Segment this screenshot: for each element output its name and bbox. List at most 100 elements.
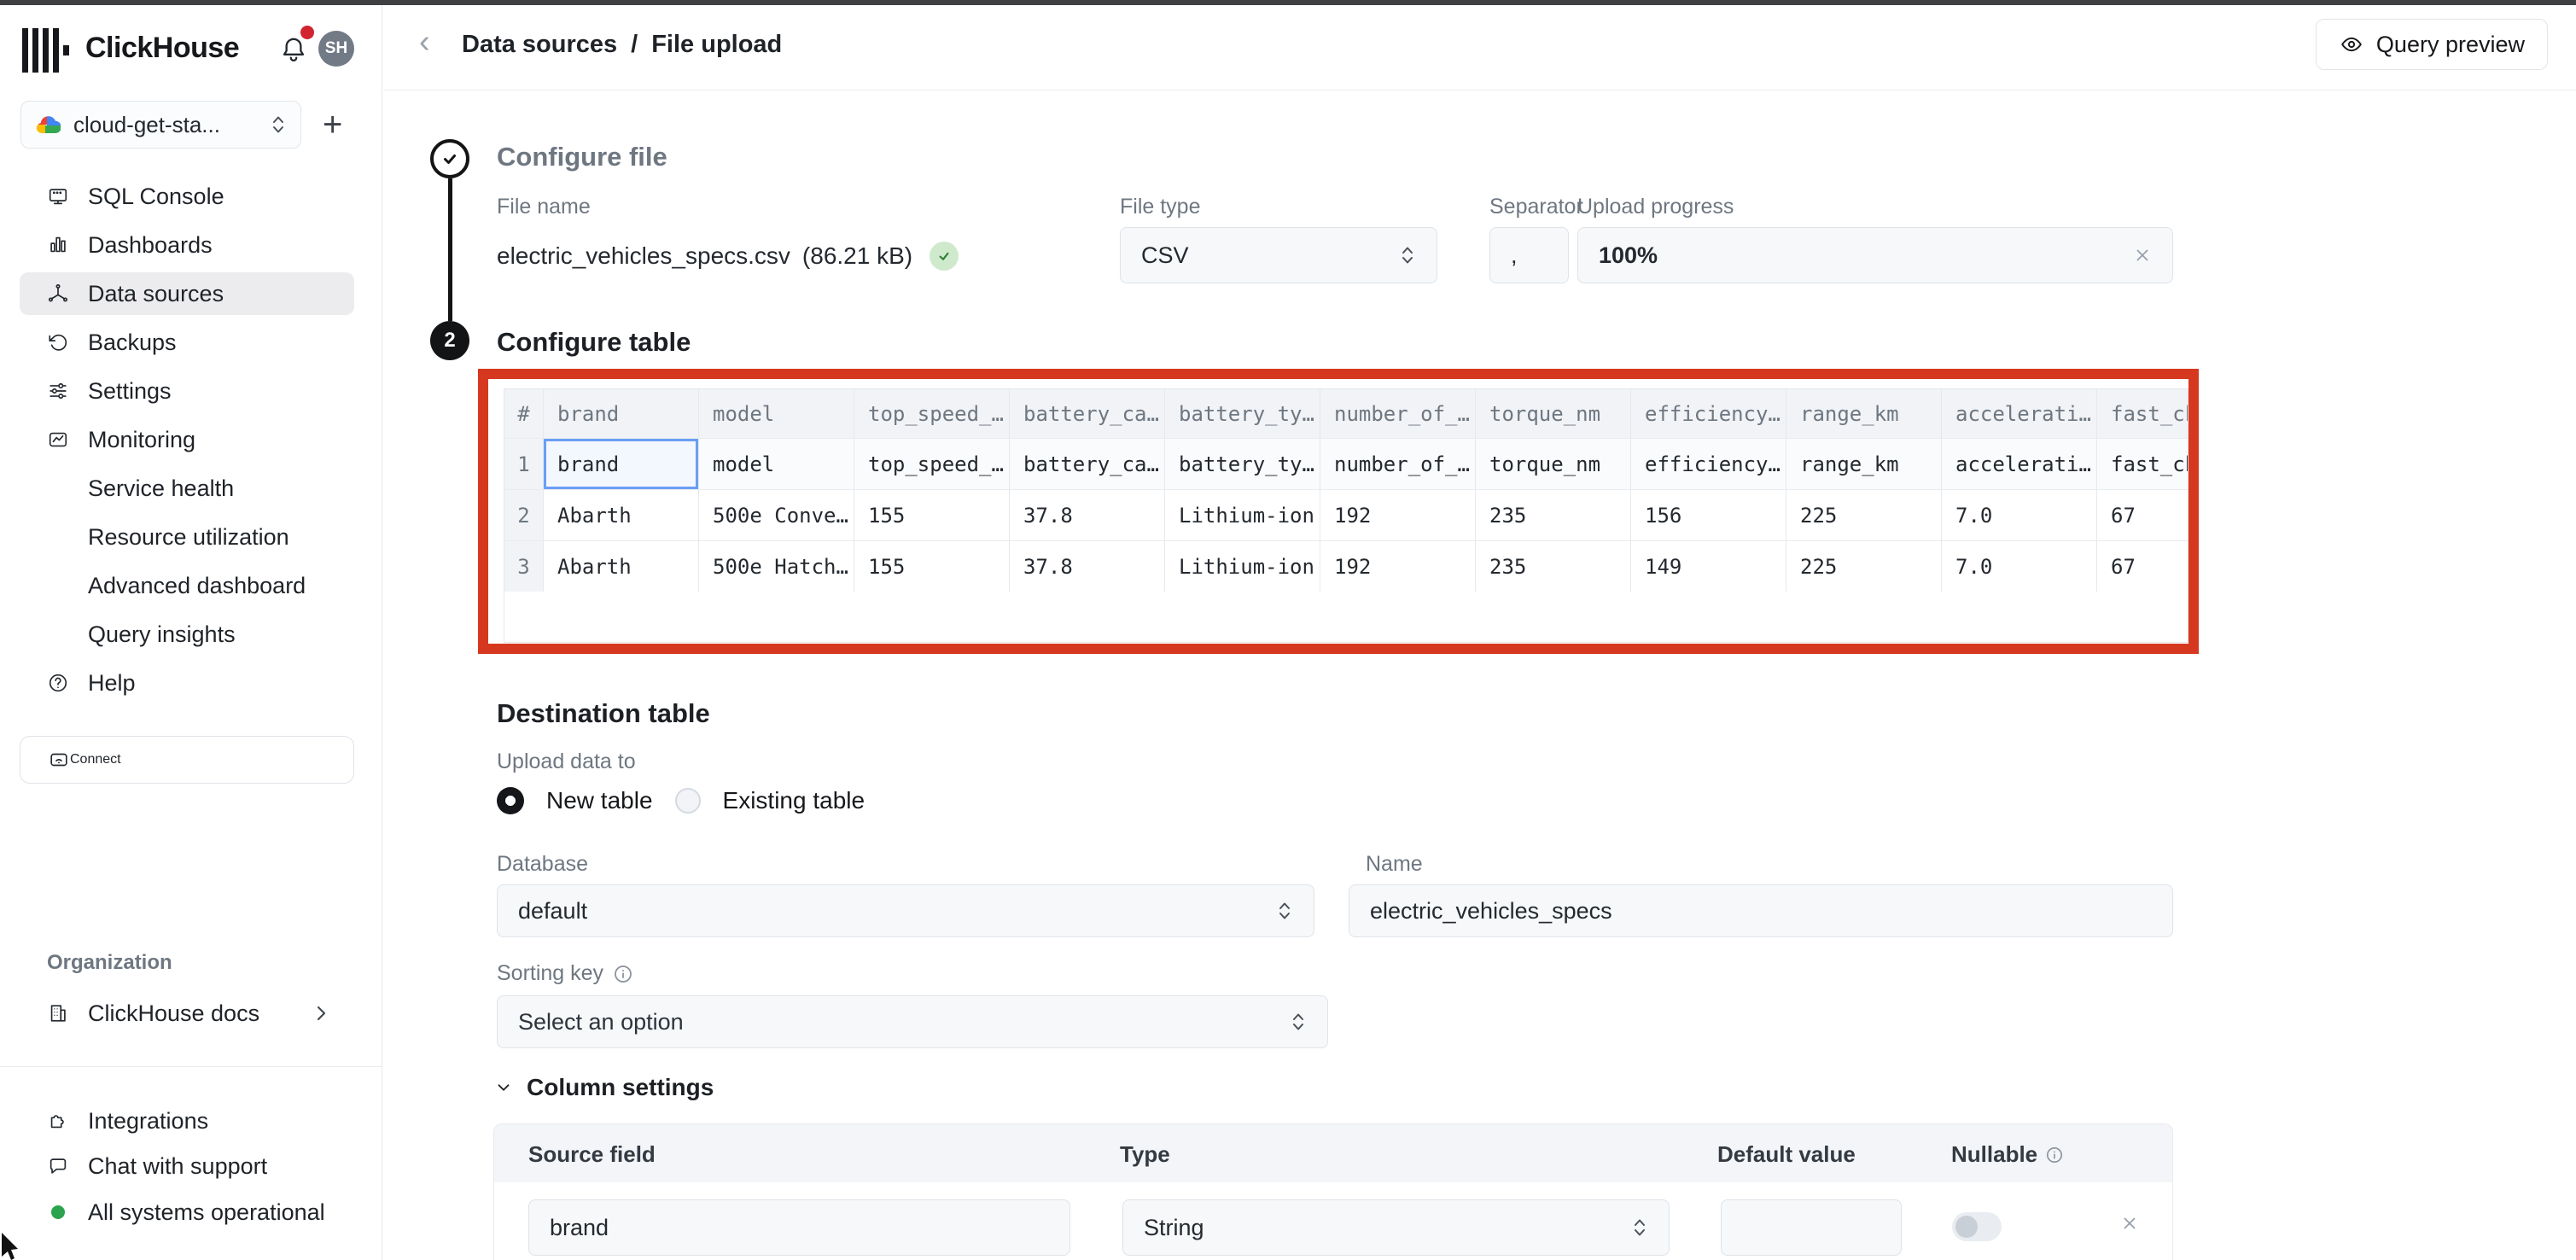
default-value-input[interactable] [1721,1199,1902,1256]
sidebar-item-sql-console[interactable]: SQL Console [20,175,354,218]
preview-cell[interactable]: fast_cha [2097,438,2188,489]
preview-cell[interactable]: 67 [2097,540,2188,592]
sidebar-item-settings[interactable]: Settings [20,370,354,412]
sidebar-item-advanced-dashboard[interactable]: Advanced dashboard [20,564,354,607]
preview-cell[interactable]: range_km [1786,438,1942,489]
preview-cell[interactable]: 155 [854,489,1010,540]
preview-cell[interactable]: Abarth [544,540,699,592]
column-settings-heading: Column settings [527,1074,714,1101]
breadcrumb-parent[interactable]: Data sources [462,31,617,59]
organization-heading: Organization [47,951,172,975]
app-title: ClickHouse [85,32,239,65]
preview-cell[interactable]: accelerati… [1942,438,2097,489]
preview-cell[interactable]: 156 [1631,489,1786,540]
data-sources-icon [47,282,69,306]
column-settings-panel: Source field Type Default value Nullable… [493,1123,2173,1260]
stepper-connector [448,178,452,321]
preview-cell[interactable]: top_speed_… [854,438,1010,489]
sidebar-item-dashboards[interactable]: Dashboards [20,224,354,266]
query-preview-button[interactable]: Query preview [2316,19,2548,70]
cancel-upload-icon[interactable] [2133,246,2152,265]
sidebar-item-backups[interactable]: Backups [20,321,354,364]
database-select[interactable]: default [497,884,1314,937]
sidebar-item-help[interactable]: Help [20,662,354,704]
back-button[interactable]: ‹ [419,24,430,61]
preview-cell[interactable]: 7.0 [1942,540,2097,592]
info-icon[interactable] [614,965,632,983]
source-field-input[interactable]: brand [528,1199,1070,1256]
mouse-cursor [2,1233,22,1260]
preview-cell[interactable]: battery_ca… [1010,438,1165,489]
file-type-select[interactable]: CSV [1120,227,1437,283]
sorting-key-label-row: Sorting key [497,961,632,986]
sorting-key-value: Select an option [518,1009,684,1035]
sidebar-item-clickhouse-docs[interactable]: ClickHouse docs [20,992,363,1035]
sidebar-item-resource-utilization[interactable]: Resource utilization [20,516,354,558]
preview-cell[interactable]: Lithium-ion [1165,489,1320,540]
sidebar-item-label: Chat with support [88,1153,267,1180]
preview-cell[interactable]: Lithium-ion [1165,540,1320,592]
file-name-label: File name [497,195,591,219]
preview-cell[interactable]: battery_ty… [1165,438,1320,489]
preview-cell[interactable]: Abarth [544,489,699,540]
file-name-value: electric_vehicles_specs.csv [497,242,790,270]
type-select[interactable]: String [1122,1199,1670,1256]
docs-building-icon [47,1001,69,1025]
add-service-button[interactable]: + [323,106,342,143]
preview-cell[interactable]: 155 [854,540,1010,592]
breadcrumb-current: File upload [651,31,782,59]
sorting-key-select[interactable]: Select an option [497,995,1328,1048]
preview-cell[interactable]: torque_nm [1476,438,1631,489]
preview-cell[interactable]: 500e Hatch… [699,540,854,592]
preview-cell[interactable]: 235 [1476,540,1631,592]
preview-column-header: model [699,389,854,438]
toggle-knob [1955,1216,1978,1238]
sidebar-item-label: Integrations [88,1108,208,1135]
sidebar-item-query-insights[interactable]: Query insights [20,613,354,656]
sidebar-item-chat-support[interactable]: Chat with support [20,1146,354,1186]
preview-cell[interactable]: 192 [1320,540,1476,592]
destination-radio-group: New table Existing table [497,787,865,814]
preview-cell[interactable]: 37.8 [1010,489,1165,540]
connect-button[interactable]: Connect [20,736,354,784]
preview-cell[interactable]: model [699,438,854,489]
sidebar-item-system-status[interactable]: All systems operational [20,1193,354,1232]
default-value-header: Default value [1717,1141,1856,1168]
table-name-input[interactable]: electric_vehicles_specs [1349,884,2173,937]
sidebar-item-monitoring[interactable]: Monitoring [20,418,354,461]
nullable-toggle[interactable] [1952,1212,2002,1241]
preview-cell[interactable]: 37.8 [1010,540,1165,592]
preview-cell[interactable]: brand [544,438,699,489]
preview-cell[interactable]: 7.0 [1942,489,2097,540]
preview-cell[interactable]: number_of_… [1320,438,1476,489]
new-table-radio[interactable] [497,787,524,814]
sidebar-item-integrations[interactable]: Integrations [20,1101,354,1140]
avatar[interactable]: SH [318,31,354,67]
preview-cell[interactable]: 225 [1786,489,1942,540]
sidebar-item-label: Data sources [88,281,224,307]
preview-cell[interactable]: 500e Conve… [699,489,854,540]
preview-cell[interactable]: 192 [1320,489,1476,540]
separator-input[interactable]: , [1489,227,1569,283]
connect-icon [48,749,70,771]
remove-column-icon[interactable] [2120,1214,2139,1233]
preview-cell[interactable]: efficiency… [1631,438,1786,489]
step-2-badge: 2 [430,321,469,360]
info-icon[interactable] [2046,1146,2063,1164]
column-settings-toggle[interactable]: Column settings [494,1074,714,1101]
preview-table-row: 1brandmodeltop_speed_…battery_ca…battery… [504,438,2188,489]
existing-table-radio[interactable] [675,788,701,814]
integrations-puzzle-icon [47,1109,69,1133]
preview-table-row: 3Abarth500e Hatch…15537.8Lithium-ion1922… [504,540,2188,592]
sidebar-item-data-sources[interactable]: Data sources [20,272,354,315]
file-uploaded-check-icon [930,242,959,271]
preview-cell[interactable]: 67 [2097,489,2188,540]
preview-column-header: battery_ca… [1010,389,1165,438]
preview-cell[interactable]: 149 [1631,540,1786,592]
preview-cell[interactable]: 225 [1786,540,1942,592]
backups-history-icon [47,330,69,354]
preview-cell[interactable]: 235 [1476,489,1631,540]
service-selector[interactable]: cloud-get-sta... [20,101,301,149]
preview-column-header: fast_cha [2097,389,2188,438]
sidebar-item-service-health[interactable]: Service health [20,467,354,510]
